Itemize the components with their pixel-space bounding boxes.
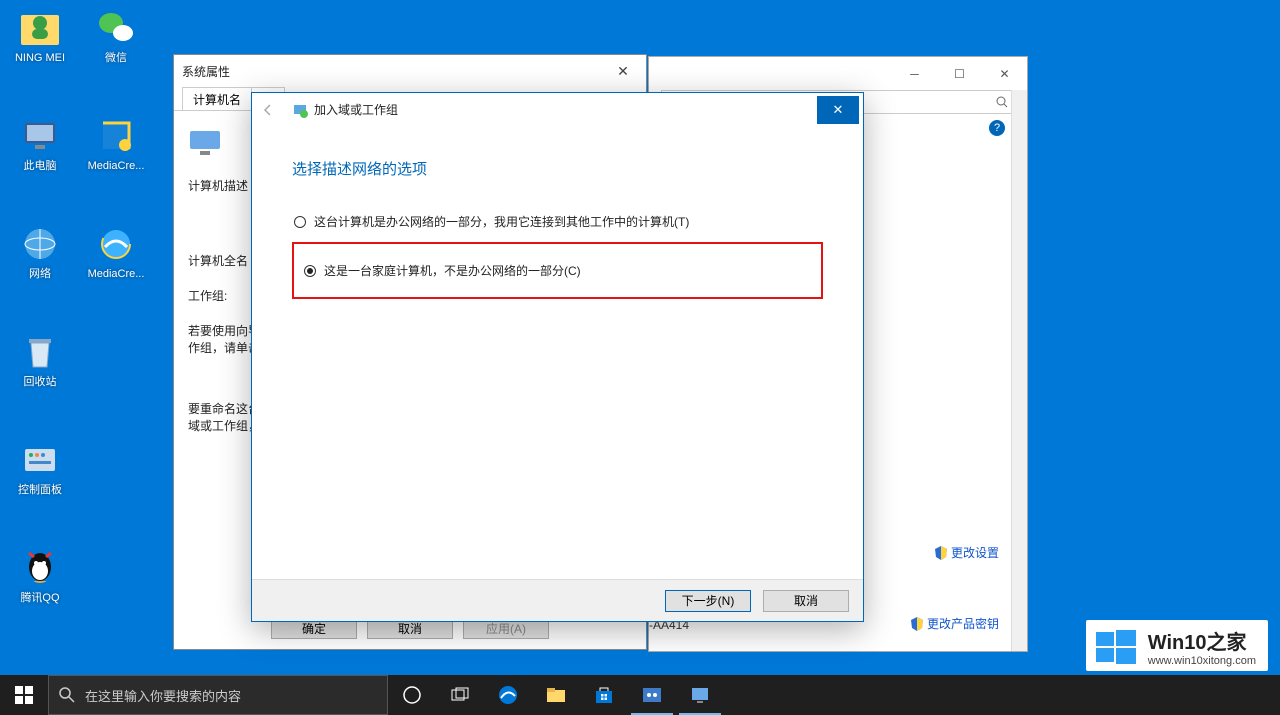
minimize-button[interactable]: ─ <box>892 60 937 88</box>
fullname-label: 计算机全名 <box>188 252 248 269</box>
desktop-icon-mediacre1[interactable]: MediaCre... <box>80 116 152 173</box>
link-text: 更改产品密钥 <box>927 615 999 632</box>
network-icon <box>20 224 60 264</box>
change-product-key-link[interactable]: 更改产品密钥 <box>911 615 999 632</box>
mediacreation-icon <box>96 116 136 156</box>
wizard-heading: 选择描述网络的选项 <box>292 158 823 179</box>
desktop-label: 此电脑 <box>24 160 57 173</box>
taskbar-search[interactable]: 在这里输入你要搜索的内容 <box>48 675 388 715</box>
explorer-button[interactable] <box>532 675 580 715</box>
close-button[interactable]: ✕ <box>982 60 1027 88</box>
monitor-icon <box>188 129 224 159</box>
join-domain-wizard: 加入域或工作组 ✕ 选择描述网络的选项 这台计算机是办公网络的一部分，我用它连接… <box>251 92 864 622</box>
desktop-label: 回收站 <box>24 376 57 389</box>
dialog-title: 系统属性 <box>182 63 230 80</box>
desktop-icon-controlpanel[interactable]: 控制面板 <box>4 440 76 497</box>
desktop-icon-mediacre2[interactable]: MediaCre... <box>80 224 152 281</box>
watermark-logo-icon <box>1094 626 1138 670</box>
wechat-icon <box>96 8 136 48</box>
link-text: 更改设置 <box>951 544 999 561</box>
watermark-url: www.win10xitong.com <box>1148 655 1256 667</box>
desktop-label: 网络 <box>29 268 51 281</box>
workgroup-label: 工作组: <box>188 287 227 304</box>
start-button[interactable] <box>0 675 48 715</box>
radio-icon-checked <box>304 265 316 277</box>
next-button[interactable]: 下一步(N) <box>665 590 751 612</box>
radio-icon <box>294 216 306 228</box>
search-icon <box>59 687 75 703</box>
radio-home-computer[interactable]: 这是一台家庭计算机，不是办公网络的一部分(C) <box>302 256 813 285</box>
desktop-label: MediaCre... <box>88 268 145 281</box>
qq-icon <box>20 548 60 588</box>
watermark: Win10之家 www.win10xitong.com <box>1086 620 1268 671</box>
shield-icon <box>911 617 923 631</box>
back-button[interactable] <box>256 98 280 122</box>
help-icon[interactable]: ? <box>989 120 1005 136</box>
desc-label: 计算机描述 <box>188 177 248 194</box>
desktop-icon-qq[interactable]: 腾讯QQ <box>4 548 76 605</box>
desktop-icon-thispc[interactable]: 此电脑 <box>4 116 76 173</box>
highlighted-option: 这是一台家庭计算机，不是办公网络的一部分(C) <box>292 242 823 299</box>
watermark-title: Win10之家 <box>1148 626 1256 655</box>
change-settings-link[interactable]: 更改设置 <box>935 544 999 561</box>
desktop-label: MediaCre... <box>88 160 145 173</box>
close-button[interactable]: ✕ <box>608 63 638 80</box>
store-button[interactable] <box>580 675 628 715</box>
computer-icon <box>20 116 60 156</box>
search-placeholder: 在这里输入你要搜索的内容 <box>85 686 241 705</box>
search-icon <box>996 96 1008 108</box>
cortana-button[interactable] <box>388 675 436 715</box>
desktop-icon-user[interactable]: NING MEI <box>4 8 76 65</box>
desktop-label: 微信 <box>105 52 127 65</box>
recycle-bin-icon <box>20 332 60 372</box>
shield-icon <box>935 546 947 560</box>
taskbar-app-system-properties[interactable] <box>676 675 724 715</box>
ie-icon <box>96 224 136 264</box>
maximize-button[interactable]: ☐ <box>937 60 982 88</box>
control-panel-icon <box>20 440 60 480</box>
cancel-button[interactable]: 取消 <box>763 590 849 612</box>
desktop-label: NING MEI <box>15 52 65 65</box>
taskbar: 在这里输入你要搜索的内容 <box>0 675 1280 715</box>
radio-label: 这台计算机是办公网络的一部分，我用它连接到其他工作中的计算机(T) <box>314 213 689 230</box>
wizard-icon <box>292 102 308 118</box>
tab-computer-name[interactable]: 计算机名 <box>182 87 252 110</box>
taskbar-app-control-panel[interactable] <box>628 675 676 715</box>
user-folder-icon <box>20 8 60 48</box>
desktop-icon-recycle[interactable]: 回收站 <box>4 332 76 389</box>
desktop-label: 腾讯QQ <box>20 592 59 605</box>
desktop-icon-wechat[interactable]: 微信 <box>80 8 152 65</box>
edge-button[interactable] <box>484 675 532 715</box>
radio-office-network[interactable]: 这台计算机是办公网络的一部分，我用它连接到其他工作中的计算机(T) <box>292 207 823 236</box>
wizard-title: 加入域或工作组 <box>314 101 398 118</box>
desktop-label: 控制面板 <box>18 484 62 497</box>
task-view-button[interactable] <box>436 675 484 715</box>
desktop-icon-network[interactable]: 网络 <box>4 224 76 281</box>
close-button[interactable]: ✕ <box>817 96 859 124</box>
radio-label: 这是一台家庭计算机，不是办公网络的一部分(C) <box>324 262 581 279</box>
